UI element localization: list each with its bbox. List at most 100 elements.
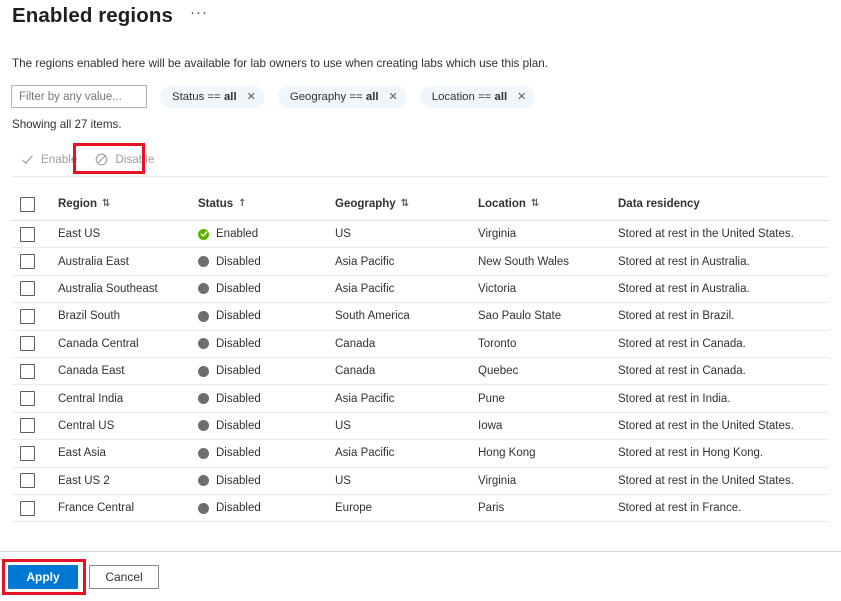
cell-data-residency: Stored at rest in Australia. bbox=[618, 255, 750, 268]
panel-description: The regions enabled here will be availab… bbox=[12, 57, 548, 70]
cell-status: Disabled bbox=[198, 283, 335, 295]
cell-location: Virginia bbox=[478, 474, 517, 487]
cell-region: East US 2 bbox=[58, 474, 110, 487]
column-header-location-label: Location bbox=[478, 198, 526, 210]
status-disabled-icon bbox=[198, 256, 209, 268]
page-title: Enabled regions bbox=[12, 4, 173, 27]
apply-button[interactable]: Apply bbox=[8, 565, 78, 589]
enable-button[interactable]: Enable bbox=[12, 145, 86, 173]
disable-button-label: Disable bbox=[115, 152, 155, 166]
table-row[interactable]: France Central Disabled Europe Paris Stored … bbox=[12, 495, 829, 523]
cell-status-label: Disabled bbox=[216, 419, 261, 432]
cancel-button[interactable]: Cancel bbox=[89, 565, 159, 589]
row-checkbox[interactable] bbox=[20, 391, 35, 407]
close-icon[interactable]: ✕ bbox=[517, 91, 526, 102]
status-disabled-icon bbox=[198, 338, 209, 350]
row-select-cell bbox=[12, 308, 58, 324]
table-row[interactable]: Australia Southeast Disabled Asia Pacific V… bbox=[12, 276, 829, 304]
row-checkbox[interactable] bbox=[20, 308, 35, 324]
close-icon[interactable]: ✕ bbox=[247, 91, 256, 102]
row-checkbox[interactable] bbox=[20, 500, 35, 516]
cell-status: Disabled bbox=[198, 310, 335, 322]
column-header-status[interactable]: Status ↑ bbox=[198, 198, 335, 210]
status-disabled-icon bbox=[198, 420, 209, 432]
cell-geography: Canada bbox=[335, 337, 376, 350]
column-header-data-residency[interactable]: Data residency bbox=[618, 198, 829, 210]
filter-chip-geography[interactable]: Geography == all ✕ bbox=[277, 85, 407, 108]
enable-button-label: Enable bbox=[41, 152, 78, 166]
row-checkbox[interactable] bbox=[20, 445, 35, 461]
sort-icon: ⇅ bbox=[400, 198, 410, 209]
row-select-cell bbox=[12, 473, 58, 489]
cell-status: Disabled bbox=[198, 447, 335, 459]
filter-input[interactable] bbox=[11, 85, 147, 108]
row-checkbox[interactable] bbox=[20, 473, 35, 489]
table-row[interactable]: Canada East Disabled Canada Quebec Stored at… bbox=[12, 358, 829, 386]
table-row[interactable]: Central India Disabled Asia Pacific Pune Sto… bbox=[12, 385, 829, 413]
cell-location: Paris bbox=[478, 502, 505, 515]
row-select-cell bbox=[12, 391, 58, 407]
enabled-regions-panel: Enabled regions ··· The regions enabled … bbox=[0, 0, 841, 601]
table-row[interactable]: East US Enabled US Virginia Stored at rest i… bbox=[12, 221, 829, 249]
filter-chip-location[interactable]: Location == all ✕ bbox=[419, 85, 536, 108]
block-icon bbox=[95, 153, 108, 166]
status-disabled-icon bbox=[198, 475, 209, 487]
filter-chip-status[interactable]: Status == all ✕ bbox=[160, 85, 265, 108]
filter-chip-location-label: Location == all bbox=[431, 90, 508, 103]
checkmark-icon bbox=[21, 153, 34, 166]
table-row[interactable]: Central US Disabled US Iowa Stored at rest i… bbox=[12, 413, 829, 441]
cell-status: Disabled bbox=[198, 475, 335, 487]
cell-location: Victoria bbox=[478, 282, 517, 295]
cell-region: Brazil South bbox=[58, 310, 121, 323]
disable-button[interactable]: Disable bbox=[86, 145, 163, 173]
close-icon[interactable]: ✕ bbox=[389, 91, 398, 102]
cell-status-label: Disabled bbox=[216, 502, 261, 515]
cell-region: Canada Central bbox=[58, 337, 139, 350]
column-header-region-label: Region bbox=[58, 198, 97, 210]
cell-data-residency: Stored at rest in Canada. bbox=[618, 365, 746, 378]
column-header-region[interactable]: Region ⇅ bbox=[58, 198, 198, 210]
cell-status: Disabled bbox=[198, 338, 335, 350]
table-row[interactable]: Australia East Disabled Asia Pacific New So… bbox=[12, 248, 829, 276]
select-all-checkbox[interactable] bbox=[20, 196, 35, 212]
table-row[interactable]: Canada Central Disabled Canada Toronto Store… bbox=[12, 331, 829, 358]
row-select-cell bbox=[12, 500, 58, 516]
column-header-geography[interactable]: Geography ⇅ bbox=[335, 198, 478, 210]
select-all-cell bbox=[12, 196, 58, 212]
filter-bar: Status == all ✕ Geography == all ✕ Locat… bbox=[11, 85, 536, 108]
column-header-location[interactable]: Location ⇅ bbox=[478, 198, 618, 210]
ellipsis-icon[interactable]: ··· bbox=[187, 5, 211, 20]
row-checkbox[interactable] bbox=[20, 226, 35, 242]
cell-status: Disabled bbox=[198, 420, 335, 432]
cell-data-residency: Stored at rest in Australia. bbox=[618, 282, 750, 295]
cell-region: Australia East bbox=[58, 255, 129, 268]
column-header-geography-label: Geography bbox=[335, 198, 396, 210]
cell-location: Virginia bbox=[478, 228, 517, 241]
cell-geography: Asia Pacific bbox=[335, 392, 395, 405]
cell-status-label: Disabled bbox=[216, 310, 261, 323]
cell-geography: South America bbox=[335, 310, 410, 323]
cell-data-residency: Stored at rest in Brazil. bbox=[618, 310, 735, 323]
filter-chip-status-label: Status == all bbox=[172, 90, 237, 103]
cell-status: Disabled bbox=[198, 502, 335, 514]
status-disabled-icon bbox=[198, 447, 209, 459]
row-checkbox[interactable] bbox=[20, 281, 35, 297]
status-enabled-icon bbox=[198, 228, 209, 240]
cell-geography: Canada bbox=[335, 365, 376, 378]
cell-region: East US bbox=[58, 228, 101, 241]
row-checkbox[interactable] bbox=[20, 336, 35, 352]
row-select-cell bbox=[12, 418, 58, 434]
table-row[interactable]: East US 2 Disabled US Virginia Stored at res… bbox=[12, 468, 829, 495]
row-checkbox[interactable] bbox=[20, 363, 35, 379]
table-row[interactable]: East Asia Disabled Asia Pacific Hong Kong St… bbox=[12, 440, 829, 468]
table-row[interactable]: Brazil South Disabled South America Sao Pau… bbox=[12, 303, 829, 331]
cell-region: Central US bbox=[58, 419, 115, 432]
cell-region: Australia Southeast bbox=[58, 282, 158, 295]
cell-status: Disabled bbox=[198, 393, 335, 405]
cell-geography: US bbox=[335, 474, 351, 487]
cell-region: Canada East bbox=[58, 365, 125, 378]
row-checkbox[interactable] bbox=[20, 418, 35, 434]
row-checkbox[interactable] bbox=[20, 254, 35, 270]
cell-location: Toronto bbox=[478, 337, 517, 350]
cell-status-label: Disabled bbox=[216, 282, 261, 295]
